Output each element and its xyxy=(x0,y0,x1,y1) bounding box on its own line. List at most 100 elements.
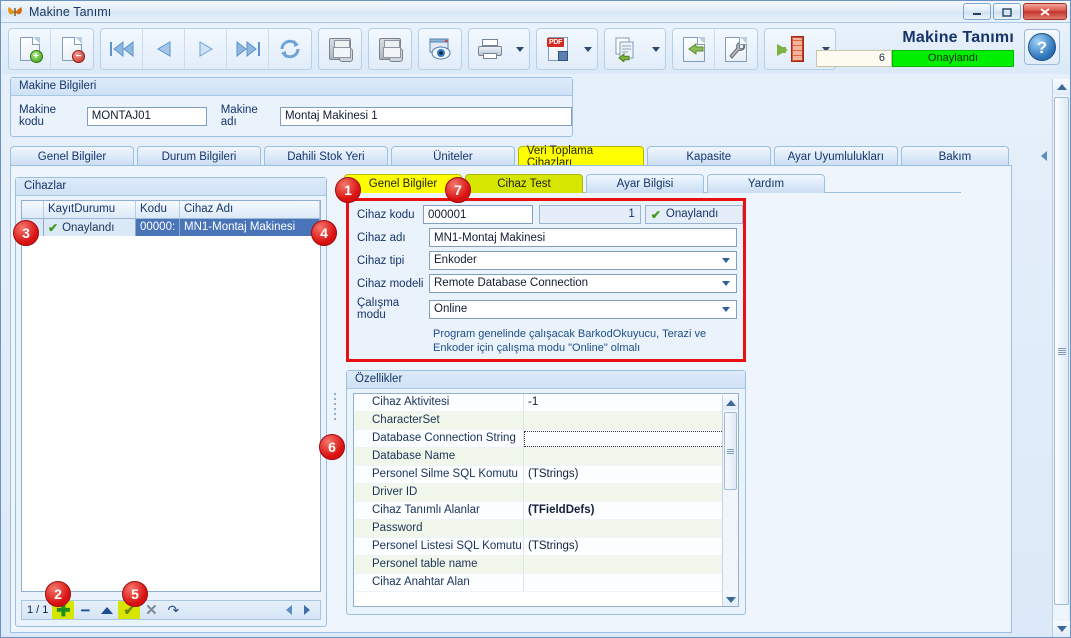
cancel-device-button[interactable]: ✕ xyxy=(140,601,162,619)
device-mode-select[interactable]: Online xyxy=(429,299,737,319)
page-vertical-scrollbar[interactable] xyxy=(1052,79,1070,637)
check-icon: ✔ xyxy=(48,220,59,235)
help-button[interactable]: ? xyxy=(1024,29,1060,65)
refresh-icon[interactable] xyxy=(269,29,311,69)
property-value[interactable]: (TFieldDefs) xyxy=(524,502,738,519)
property-row[interactable]: Personel Listesi SQL Komutu (TStrings) xyxy=(354,538,738,556)
tab-uniteler[interactable]: Üniteler xyxy=(390,146,515,166)
devices-scroll-right-icon[interactable] xyxy=(304,605,310,615)
properties-scroll-down-icon[interactable] xyxy=(723,592,738,606)
subtab-ayar-bilgisi[interactable]: Ayar Bilgisi xyxy=(586,174,704,193)
property-value[interactable] xyxy=(524,556,738,573)
minimize-button[interactable] xyxy=(963,3,991,20)
delete-record-button[interactable]: − xyxy=(51,29,93,69)
property-value[interactable]: -1 xyxy=(524,394,738,411)
property-row[interactable]: Personel table name xyxy=(354,556,738,574)
property-row[interactable]: Personel Silme SQL Komutu (TStrings) xyxy=(354,466,738,484)
property-value[interactable] xyxy=(524,574,738,591)
devices-grid[interactable]: KayıtDurumu Kodu Cihaz Adı ✔ Onaylandı 0… xyxy=(21,200,321,592)
properties-scroll-thumb[interactable] xyxy=(724,412,737,490)
device-type-select[interactable]: Enkoder xyxy=(429,251,737,270)
pdf-group: PDF xyxy=(536,28,598,70)
record-counter: 1 / 1 xyxy=(27,604,49,616)
prev-record-icon[interactable] xyxy=(143,29,185,69)
annotation-marker-2: 2 xyxy=(45,581,71,607)
preview-button[interactable] xyxy=(419,29,461,69)
devices-grid-header: KayıtDurumu Kodu Cihaz Adı xyxy=(22,201,320,219)
panel-splitter[interactable] xyxy=(331,391,339,421)
property-name: Cihaz Tanımlı Alanlar xyxy=(354,502,524,519)
property-value[interactable] xyxy=(524,431,736,447)
settings-button[interactable] xyxy=(715,29,757,69)
scroll-down-icon[interactable] xyxy=(1053,621,1070,637)
back-button[interactable] xyxy=(673,29,715,69)
machine-name-input[interactable] xyxy=(279,106,572,126)
edit-device-button[interactable] xyxy=(96,601,118,619)
property-row[interactable]: Password xyxy=(354,520,738,538)
tab-veri-toplama-cihazlari[interactable]: Veri Toplama Cihazları xyxy=(517,145,644,169)
first-record-icon[interactable] xyxy=(101,29,143,69)
property-value[interactable]: (TStrings) xyxy=(524,538,738,555)
property-row[interactable]: Database Name xyxy=(354,448,738,466)
machine-code-input[interactable] xyxy=(86,106,207,126)
close-button[interactable] xyxy=(1023,3,1067,20)
preview-group xyxy=(418,28,462,70)
record-number: 6 xyxy=(816,50,892,67)
subtab-cihaz-test[interactable]: Cihaz Test xyxy=(465,174,583,193)
exit-button[interactable] xyxy=(765,29,817,69)
property-row[interactable]: Cihaz Aktivitesi -1 xyxy=(354,394,738,412)
tab-scroll-left-icon[interactable] xyxy=(1040,151,1047,161)
property-name: Personel Silme SQL Komutu xyxy=(354,466,524,483)
next-record-icon[interactable] xyxy=(185,29,227,69)
property-row[interactable]: Cihaz Anahtar Alan xyxy=(354,574,738,592)
column-cihaz-adi[interactable]: Cihaz Adı xyxy=(180,201,320,218)
devices-nav-arrows xyxy=(286,605,320,615)
table-row[interactable]: ✔ Onaylandı 00000: MN1-Montaj Makinesi xyxy=(22,219,320,236)
pdf-dropdown-arrow[interactable] xyxy=(579,29,597,69)
device-code-input[interactable] xyxy=(423,205,533,224)
properties-scrollbar[interactable] xyxy=(722,395,738,606)
record-navigation-group xyxy=(100,28,312,70)
property-value[interactable]: (TStrings) xyxy=(524,466,738,483)
maximize-button[interactable] xyxy=(993,3,1021,20)
machine-code-label: Makine kodu xyxy=(19,104,57,128)
last-record-icon[interactable] xyxy=(227,29,269,69)
property-value[interactable] xyxy=(524,520,738,537)
properties-scroll-up-icon[interactable] xyxy=(723,395,738,410)
scroll-thumb[interactable] xyxy=(1054,97,1069,605)
remove-device-button[interactable]: − xyxy=(74,601,96,619)
column-kodu[interactable]: Kodu xyxy=(136,201,180,218)
tab-genel-bilgiler[interactable]: Genel Bilgiler xyxy=(10,146,134,166)
tab-kapasite[interactable]: Kapasite xyxy=(646,146,771,166)
device-model-select[interactable]: Remote Database Connection xyxy=(429,274,737,293)
device-name-input[interactable] xyxy=(429,228,737,247)
tab-ayar-uyumluluklari[interactable]: Ayar Uyumlulukları xyxy=(773,146,898,166)
copy-dropdown-arrow[interactable] xyxy=(647,29,665,69)
save-button[interactable]: ✓ xyxy=(319,29,361,69)
page-title: Makine Tanımı xyxy=(902,29,1014,46)
print-button[interactable] xyxy=(469,29,511,69)
cancel-save-button[interactable]: ✕ xyxy=(369,29,411,69)
tab-bakim[interactable]: Bakım xyxy=(900,146,1009,166)
devices-scroll-left-icon[interactable] xyxy=(286,605,292,615)
scroll-up-icon[interactable] xyxy=(1053,79,1070,95)
tab-dahili-stok-yeri[interactable]: Dahili Stok Yeri xyxy=(263,146,388,166)
tab-durum-bilgileri[interactable]: Durum Bilgileri xyxy=(136,146,261,166)
export-pdf-button[interactable]: PDF xyxy=(537,29,579,69)
property-row[interactable]: Cihaz Tanımlı Alanlar (TFieldDefs) xyxy=(354,502,738,520)
property-value[interactable] xyxy=(524,484,738,501)
properties-grid[interactable]: Cihaz Aktivitesi -1 CharacterSet Databas… xyxy=(353,393,739,607)
property-row[interactable]: CharacterSet xyxy=(354,412,738,430)
refresh-device-button[interactable]: ↷ xyxy=(162,601,184,619)
device-sequence-value: 1 xyxy=(539,205,641,224)
subtab-yardim[interactable]: Yardım xyxy=(707,174,825,193)
column-kayit-durumu[interactable]: KayıtDurumu xyxy=(44,201,136,218)
property-value[interactable] xyxy=(524,448,738,465)
property-row[interactable]: Database Connection String xyxy=(354,430,738,448)
new-record-button[interactable]: + xyxy=(9,29,51,69)
device-detail-pane: Genel Bilgiler Cihaz Test Ayar Bilgisi Y… xyxy=(341,174,1005,630)
print-dropdown-arrow[interactable] xyxy=(511,29,529,69)
copy-record-button[interactable] xyxy=(605,29,647,69)
property-value[interactable] xyxy=(524,412,738,429)
property-row[interactable]: Driver ID xyxy=(354,484,738,502)
